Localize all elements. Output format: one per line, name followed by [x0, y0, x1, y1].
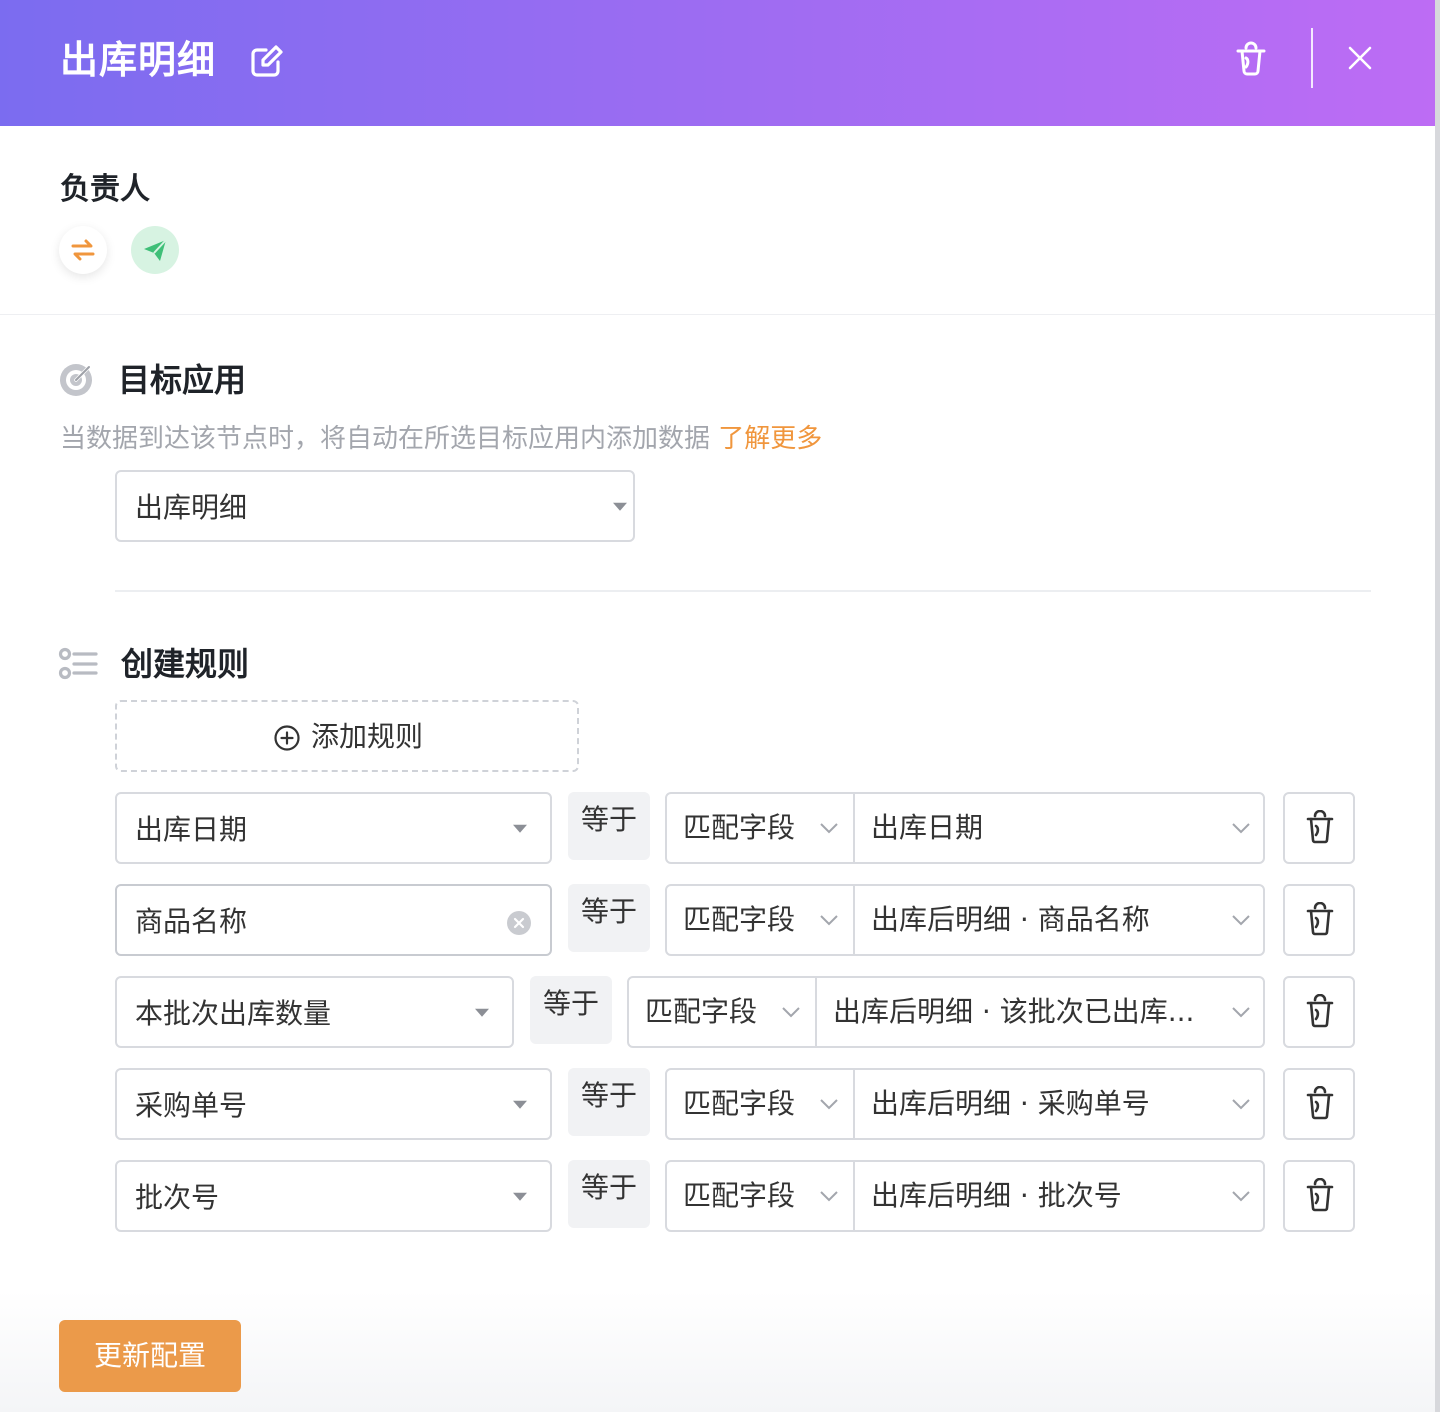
rule-operator-label: 等于 [542, 987, 599, 1020]
match-field-value: 出库后明细 · 该批次已出库... [833, 995, 1195, 1028]
match-field-value: 出库后明细 · 批次号 [871, 1179, 1122, 1212]
match-field-value: 出库后明细 · 商品名称 [871, 903, 1150, 936]
chevron-down-icon [782, 1007, 800, 1018]
match-type-value: 匹配字段 [645, 995, 758, 1028]
plus-circle-icon [274, 725, 300, 751]
rule-field-select[interactable]: 出库日期 [115, 792, 552, 864]
delete-rule-button[interactable] [1283, 976, 1355, 1048]
chevron-down-icon [513, 1100, 527, 1109]
rule-field-value: 出库日期 [135, 813, 248, 846]
chevron-down-icon [513, 824, 527, 833]
add-rule-label: 添加规则 [311, 720, 424, 753]
rule-match-group: 匹配字段 出库后明细 · 采购单号 [665, 1068, 1265, 1140]
target-app-title: 目标应用 [118, 361, 247, 399]
match-type-value: 匹配字段 [683, 811, 796, 844]
dialog-header: 出库明细 [0, 0, 1435, 126]
delete-rule-button[interactable] [1283, 1068, 1355, 1140]
chevron-down-icon [1232, 823, 1250, 834]
trash-icon [1306, 994, 1334, 1028]
header-divider [1311, 28, 1313, 88]
window-edge [1435, 0, 1440, 1412]
chevron-down-icon [1232, 915, 1250, 926]
rule-match-group: 匹配字段 出库后明细 · 该批次已出库... [627, 976, 1265, 1048]
rules-list-icon [58, 647, 98, 680]
trash-icon [1306, 1178, 1334, 1212]
send-icon [144, 239, 167, 261]
rule-field-select[interactable]: 采购单号 [115, 1068, 552, 1140]
match-type-value: 匹配字段 [683, 903, 796, 936]
delete-rule-button[interactable] [1283, 792, 1355, 864]
rule-field-value: 采购单号 [135, 1089, 248, 1122]
section-separator [0, 314, 1435, 315]
match-type-value: 匹配字段 [683, 1179, 796, 1212]
rule-field-value: 商品名称 [135, 905, 248, 938]
target-app-select-value: 出库明细 [135, 491, 248, 524]
trash-icon [1306, 1086, 1334, 1120]
learn-more-link[interactable]: 了解更多 [718, 424, 822, 454]
chevron-down-icon [820, 823, 838, 834]
chevron-down-icon [475, 1008, 489, 1017]
match-field-select[interactable]: 出库后明细 · 该批次已出库... [817, 978, 1263, 1046]
rules-separator [115, 590, 1371, 592]
delete-rule-button[interactable] [1283, 1160, 1355, 1232]
owner-section-title: 负责人 [60, 172, 150, 207]
chevron-down-icon [820, 1099, 838, 1110]
target-app-select[interactable]: 出库明细 [115, 470, 635, 542]
rule-operator-label: 等于 [580, 803, 637, 836]
rule-operator: 等于 [568, 1160, 650, 1228]
add-rule-button[interactable]: 添加规则 [115, 700, 579, 772]
trash-icon[interactable] [1232, 40, 1270, 78]
create-rules-title: 创建规则 [121, 645, 250, 683]
rule-operator-label: 等于 [580, 1171, 637, 1204]
rule-operator: 等于 [568, 884, 650, 952]
match-type-select[interactable]: 匹配字段 [629, 978, 817, 1046]
match-field-select[interactable]: 出库日期 [855, 794, 1263, 862]
chevron-down-icon [820, 915, 838, 926]
close-icon[interactable] [1342, 40, 1378, 76]
match-type-select[interactable]: 匹配字段 [667, 1162, 855, 1230]
trash-icon [1306, 902, 1334, 936]
clear-icon[interactable] [506, 910, 532, 936]
chevron-down-icon [513, 1192, 527, 1201]
match-type-value: 匹配字段 [683, 1087, 796, 1120]
chevron-down-icon [1232, 1099, 1250, 1110]
rule-field-select[interactable]: 本批次出库数量 [115, 976, 514, 1048]
page-title: 出库明细 [60, 38, 217, 82]
rule-match-group: 匹配字段 出库后明细 · 批次号 [665, 1160, 1265, 1232]
send-owner-button[interactable] [131, 226, 179, 274]
edit-icon[interactable] [248, 42, 286, 80]
match-type-select[interactable]: 匹配字段 [667, 886, 855, 954]
match-field-select[interactable]: 出库后明细 · 商品名称 [855, 886, 1263, 954]
rule-operator: 等于 [568, 792, 650, 860]
chevron-down-icon [1232, 1007, 1250, 1018]
rule-match-group: 匹配字段 出库后明细 · 商品名称 [665, 884, 1265, 956]
target-app-description: 当数据到达该节点时，将自动在所选目标应用内添加数据 了解更多 [60, 422, 822, 456]
match-type-select[interactable]: 匹配字段 [667, 794, 855, 862]
match-field-value: 出库后明细 · 采购单号 [871, 1087, 1150, 1120]
match-field-value: 出库日期 [871, 811, 984, 844]
delete-rule-button[interactable] [1283, 884, 1355, 956]
swap-icon [71, 239, 95, 261]
rule-match-group: 匹配字段 出库日期 [665, 792, 1265, 864]
trash-icon [1306, 810, 1334, 844]
chevron-down-icon [820, 1191, 838, 1202]
match-field-select[interactable]: 出库后明细 · 批次号 [855, 1162, 1263, 1230]
rule-operator: 等于 [568, 1068, 650, 1136]
match-field-select[interactable]: 出库后明细 · 采购单号 [855, 1070, 1263, 1138]
rule-operator-label: 等于 [580, 1079, 637, 1112]
update-config-button[interactable]: 更新配置 [59, 1320, 241, 1392]
rule-field-value: 本批次出库数量 [135, 997, 332, 1030]
swap-owner-button[interactable] [59, 226, 107, 274]
rule-field-value: 批次号 [135, 1181, 220, 1214]
chevron-down-icon [1232, 1191, 1250, 1202]
chevron-down-icon [613, 502, 627, 511]
rule-field-select[interactable]: 批次号 [115, 1160, 552, 1232]
match-type-select[interactable]: 匹配字段 [667, 1070, 855, 1138]
rule-operator-label: 等于 [580, 895, 637, 928]
description-text: 当数据到达该节点时，将自动在所选目标应用内添加数据 [60, 424, 711, 454]
rule-operator: 等于 [530, 976, 612, 1044]
rule-field-select[interactable]: 商品名称 [115, 884, 552, 956]
target-icon [60, 364, 92, 396]
